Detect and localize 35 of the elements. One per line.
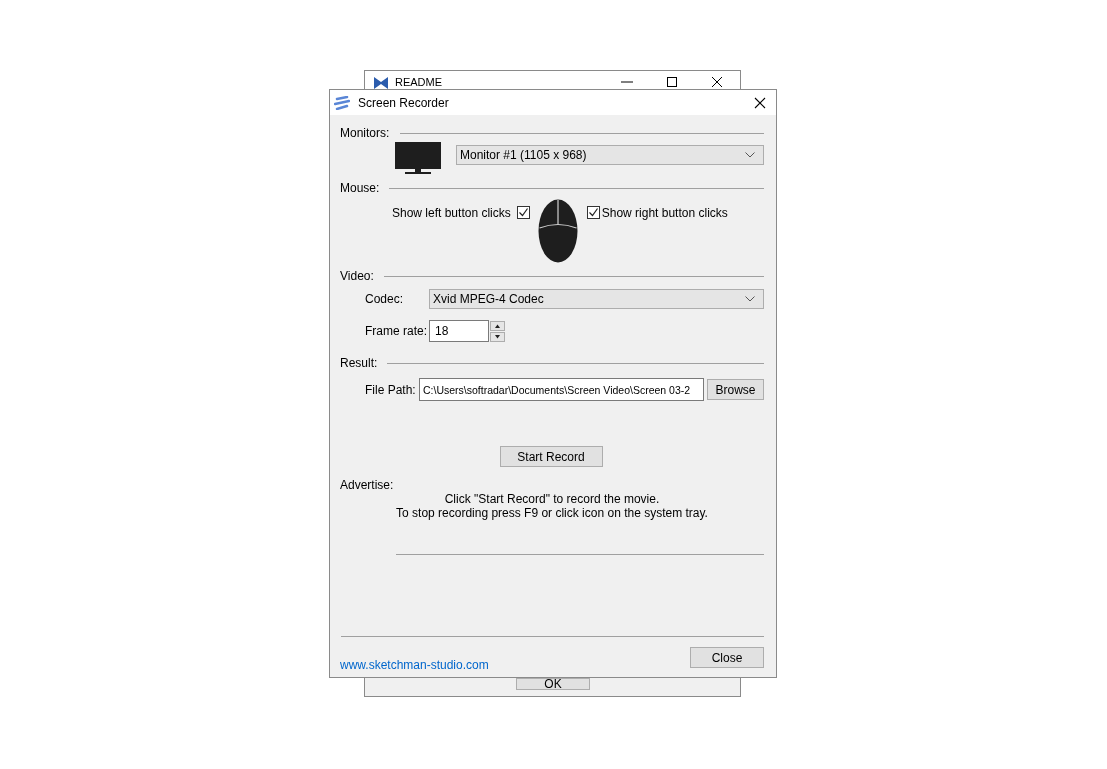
dropdown[interactable]: Monitor #1 (1105 x 968)	[456, 145, 764, 165]
chevron-icon	[745, 296, 755, 302]
spin-up-button[interactable]	[490, 320, 505, 331]
checkbox-label: Show left button clicks	[392, 206, 511, 220]
chevron-icon	[745, 152, 755, 158]
maximize-icon[interactable]	[666, 76, 678, 88]
start-record-button[interactable]: Start Record	[499, 446, 603, 467]
section-label: Monitors:	[340, 126, 390, 140]
checkbox-label: Show right button clicks	[601, 206, 728, 220]
website-link[interactable]: www.sketchman-studio.com	[340, 658, 489, 672]
mouse-icon	[537, 199, 578, 263]
section-label: Mouse:	[340, 181, 380, 195]
field-label: Frame rate:	[365, 324, 428, 338]
window-title: README	[395, 76, 443, 88]
section-label: Video:	[340, 269, 374, 283]
app-icon	[334, 95, 350, 110]
info-text: To stop recording press F9 or click icon on the system tray.	[396, 506, 708, 520]
field-label: Codec:	[365, 292, 405, 306]
spin-down-button[interactable]	[490, 331, 505, 342]
checkbox[interactable]	[586, 206, 600, 219]
close-icon[interactable]	[711, 76, 723, 88]
checkbox[interactable]	[516, 206, 530, 219]
monitor-icon	[395, 142, 441, 174]
browse-button[interactable]: Browse	[707, 379, 764, 400]
info-text: Click "Start Record" to record the movie.	[444, 492, 660, 506]
frame-rate-field[interactable]: 18	[429, 320, 489, 342]
close-button[interactable]: Close	[690, 647, 764, 668]
field-label: File Path:	[365, 382, 417, 397]
file-path-field[interactable]: C:\Users\softradar\Documents\Screen Video\Screen 03-2	[419, 378, 704, 401]
dropdown[interactable]: Xvid MPEG-4 Codec	[429, 289, 764, 309]
section-label: Result:	[340, 356, 378, 370]
window-title: Screen Recorder	[358, 95, 449, 110]
ok-button[interactable]: OK	[516, 678, 590, 690]
section-label: Advertise:	[340, 478, 395, 492]
close-icon[interactable]	[754, 96, 766, 109]
